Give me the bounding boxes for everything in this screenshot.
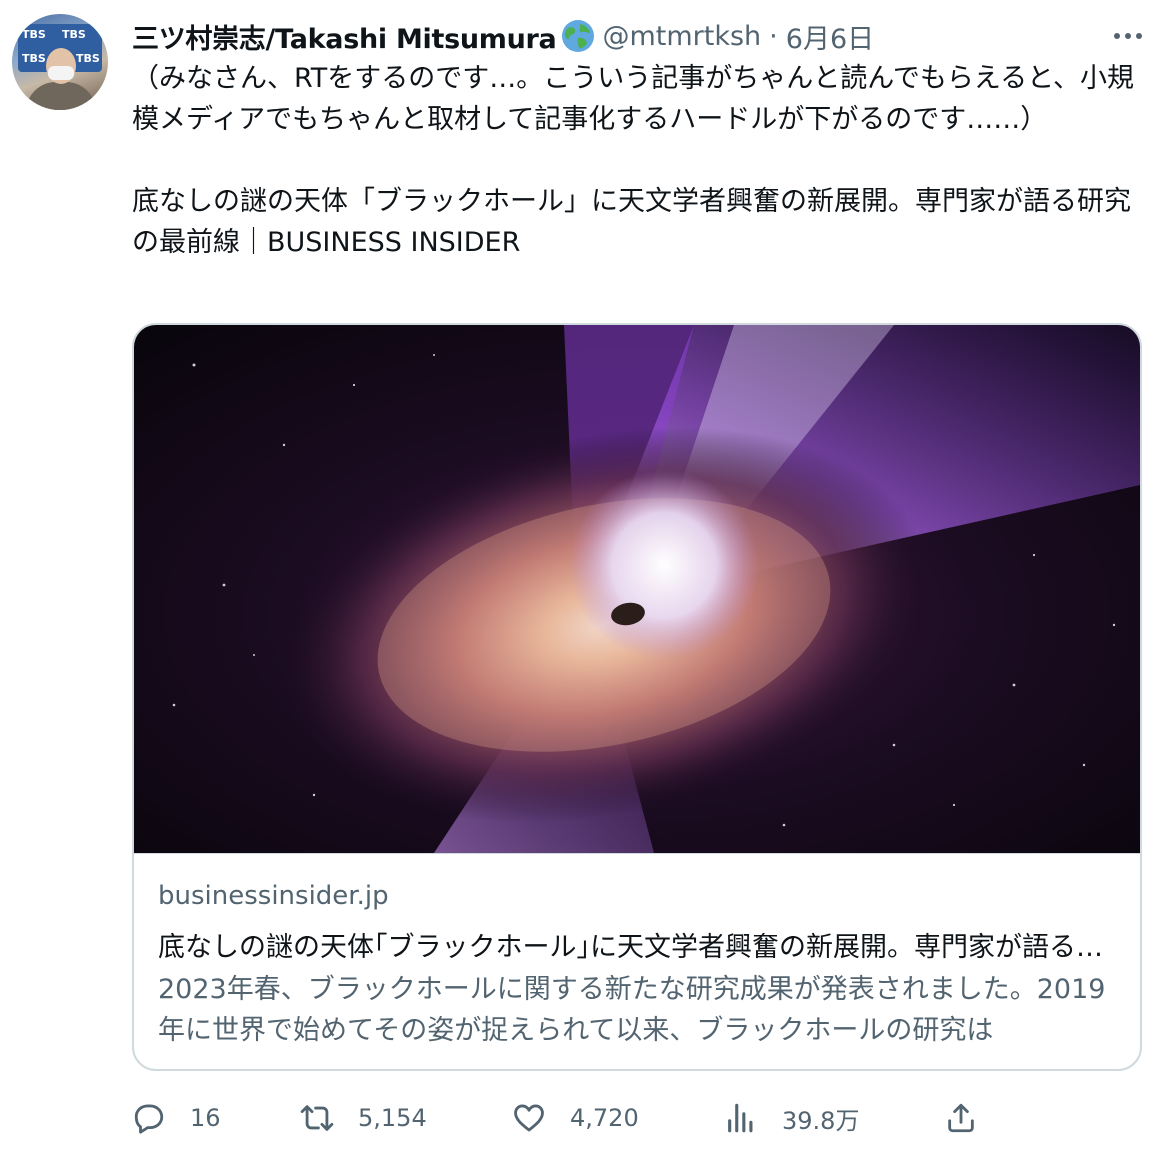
card-description: 2023年春、ブラックホールに関する新たな研究成果が発表されました。2019年に… (158, 974, 1106, 1046)
tweet-text: （みなさん、RTをするのです…。こういう記事がちゃんと読んでもらえると、小規模メ… (132, 63, 1135, 258)
retweet-count: 5,154 (358, 1104, 427, 1132)
reply-icon (134, 1104, 164, 1134)
avatar-backdrop-text: TBS (76, 52, 100, 65)
card-divider (134, 853, 1140, 854)
views-icon (728, 1103, 753, 1133)
avatar[interactable]: TBS TBS TBS TBS (12, 14, 108, 110)
avatar-backdrop-text: TBS (62, 28, 86, 41)
handle[interactable]: @mtmrtksh (602, 21, 761, 52)
card-domain: businessinsider.jp (158, 881, 389, 911)
like-count: 4,720 (570, 1104, 639, 1132)
tweet-header: 三ツ村崇志/Takashi Mitsumura @mtmrtksh · 6月6日 (132, 16, 1146, 56)
display-name[interactable]: 三ツ村崇志/Takashi Mitsumura (132, 17, 557, 56)
reply-button[interactable]: 16 (132, 1094, 221, 1142)
views-button[interactable]: 39.8万 (724, 1094, 859, 1142)
card-title: 底なしの謎の天体｢ブラックホール｣に天文学者興奮の新展開。専門家が語る研究の最前… (158, 932, 1118, 963)
separator-dot: · (769, 20, 778, 52)
avatar-shirt (26, 82, 96, 110)
retweet-icon (300, 1105, 334, 1131)
like-icon (514, 1104, 544, 1132)
link-card[interactable]: businessinsider.jp 底なしの謎の天体｢ブラックホール｣に天文学… (132, 323, 1142, 1071)
share-icon (948, 1103, 974, 1133)
retweet-button[interactable]: 5,154 (300, 1094, 427, 1142)
tweet-actions: 16 5,154 4,720 39.8万 (132, 1094, 992, 1142)
share-button[interactable] (944, 1094, 978, 1142)
card-image[interactable] (134, 325, 1140, 853)
avatar-mask (48, 66, 74, 80)
avatar-backdrop-text: TBS (22, 28, 46, 41)
like-button[interactable]: 4,720 (512, 1094, 639, 1142)
tweet-date[interactable]: 6月6日 (786, 17, 874, 56)
globe-icon (562, 20, 595, 52)
avatar-backdrop-text: TBS (22, 52, 46, 65)
more-icon[interactable] (1110, 18, 1146, 54)
view-count: 39.8万 (782, 1106, 860, 1135)
reply-count: 16 (190, 1104, 221, 1132)
